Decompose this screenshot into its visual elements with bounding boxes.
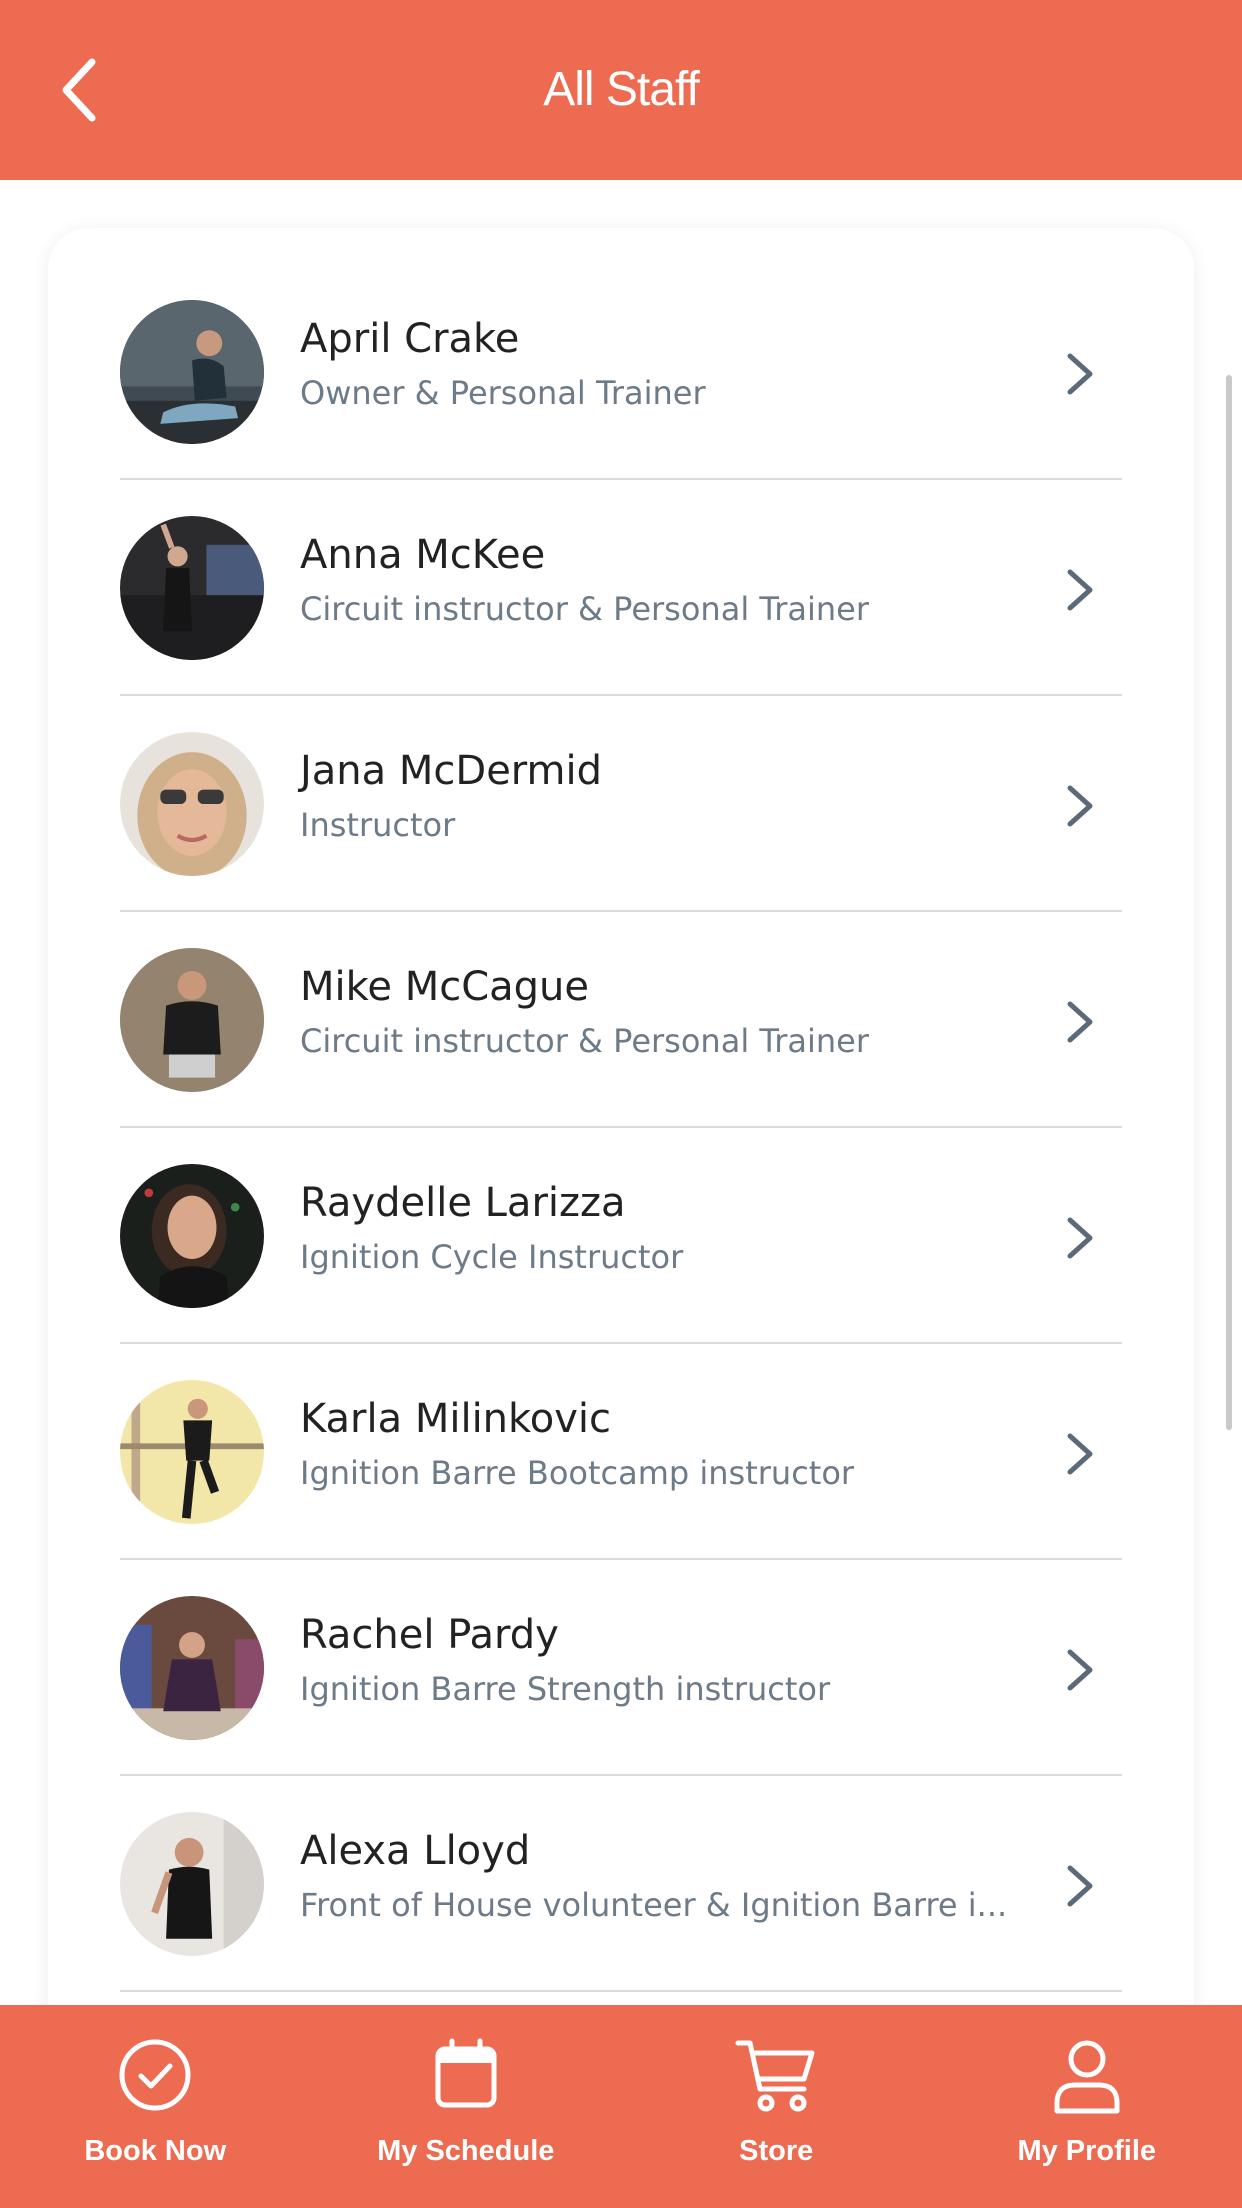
staff-name: Anna McKee [300, 532, 546, 578]
chevron-right-icon [1050, 1208, 1110, 1268]
staff-photo [120, 1164, 264, 1308]
tab-label: Store [739, 2135, 814, 2167]
staff-name: Raydelle Larizza [300, 1180, 626, 1226]
staff-photo [120, 1380, 264, 1524]
avatar [120, 1596, 264, 1740]
staff-row[interactable]: Raydelle Larizza Ignition Cycle Instruct… [120, 1128, 1122, 1344]
tab-label: My Schedule [377, 2135, 555, 2167]
page-title: All Staff [543, 63, 700, 116]
staff-photo [120, 1812, 264, 1956]
chevron-right-icon [1050, 992, 1110, 1052]
avatar [120, 1164, 264, 1308]
staff-photo [120, 948, 264, 1092]
staff-role: Circuit instructor & Personal Trainer [300, 1022, 869, 1060]
staff-role: Owner & Personal Trainer [300, 374, 706, 412]
tab-my-schedule[interactable]: My Schedule [311, 2005, 622, 2208]
tab-my-profile[interactable]: My Profile [932, 2005, 1242, 2208]
staff-row[interactable]: Karla Milinkovic Ignition Barre Bootcamp… [120, 1344, 1122, 1560]
staff-row[interactable]: April Crake Owner & Personal Trainer [120, 264, 1122, 480]
staff-list: April Crake Owner & Personal Trainer Ann… [120, 264, 1122, 1992]
chevron-right-icon [1050, 560, 1110, 620]
user-icon [1045, 2033, 1129, 2117]
avatar [120, 300, 264, 444]
staff-row[interactable]: Jana McDermid Instructor [120, 696, 1122, 912]
staff-row[interactable]: Mike McCague Circuit instructor & Person… [120, 912, 1122, 1128]
bottom-tab-bar: Book Now My Schedule Store My Profile [0, 2005, 1242, 2208]
cart-icon [734, 2033, 818, 2117]
tab-store[interactable]: Store [621, 2005, 932, 2208]
calendar-icon [424, 2033, 508, 2117]
staff-role: Ignition Barre Strength instructor [300, 1670, 831, 1708]
staff-name: Mike McCague [300, 964, 589, 1010]
chevron-right-icon [1050, 1424, 1110, 1484]
staff-row[interactable]: Alexa Lloyd Front of House volunteer & I… [120, 1776, 1122, 1992]
staff-content[interactable]: April Crake Owner & Personal Trainer Ann… [0, 180, 1242, 2005]
staff-photo [120, 300, 264, 444]
staff-role: Circuit instructor & Personal Trainer [300, 590, 869, 628]
app-screen: All Staff April Crake Owner & Personal T… [0, 0, 1242, 2208]
header-bar: All Staff [0, 0, 1242, 180]
tab-label: My Profile [1017, 2135, 1157, 2167]
staff-name: April Crake [300, 316, 520, 362]
chevron-right-icon [1050, 776, 1110, 836]
staff-photo [120, 516, 264, 660]
staff-name: Alexa Lloyd [300, 1828, 531, 1874]
avatar [120, 948, 264, 1092]
tab-label: Book Now [84, 2135, 227, 2167]
chevron-right-icon [1050, 344, 1110, 404]
tab-book-now[interactable]: Book Now [0, 2005, 311, 2208]
scrollbar[interactable] [1226, 375, 1232, 1430]
staff-card: April Crake Owner & Personal Trainer Ann… [48, 228, 1194, 2005]
chevron-right-icon [1050, 1640, 1110, 1700]
staff-photo [120, 1596, 264, 1740]
staff-role: Ignition Barre Bootcamp instructor [300, 1454, 855, 1492]
avatar [120, 516, 264, 660]
avatar [120, 1380, 264, 1524]
check-circle-icon [113, 2033, 197, 2117]
staff-row[interactable]: Anna McKee Circuit instructor & Personal… [120, 480, 1122, 696]
staff-name: Jana McDermid [300, 748, 603, 794]
chevron-right-icon [1050, 1856, 1110, 1916]
staff-role: Front of House volunteer & Ignition Barr… [300, 1886, 1008, 1924]
staff-name: Rachel Pardy [300, 1612, 559, 1658]
avatar [120, 732, 264, 876]
avatar [120, 1812, 264, 1956]
staff-row[interactable]: Rachel Pardy Ignition Barre Strength ins… [120, 1560, 1122, 1776]
staff-role: Ignition Cycle Instructor [300, 1238, 684, 1276]
staff-name: Karla Milinkovic [300, 1396, 612, 1442]
staff-role: Instructor [300, 806, 456, 844]
staff-photo [120, 732, 264, 876]
